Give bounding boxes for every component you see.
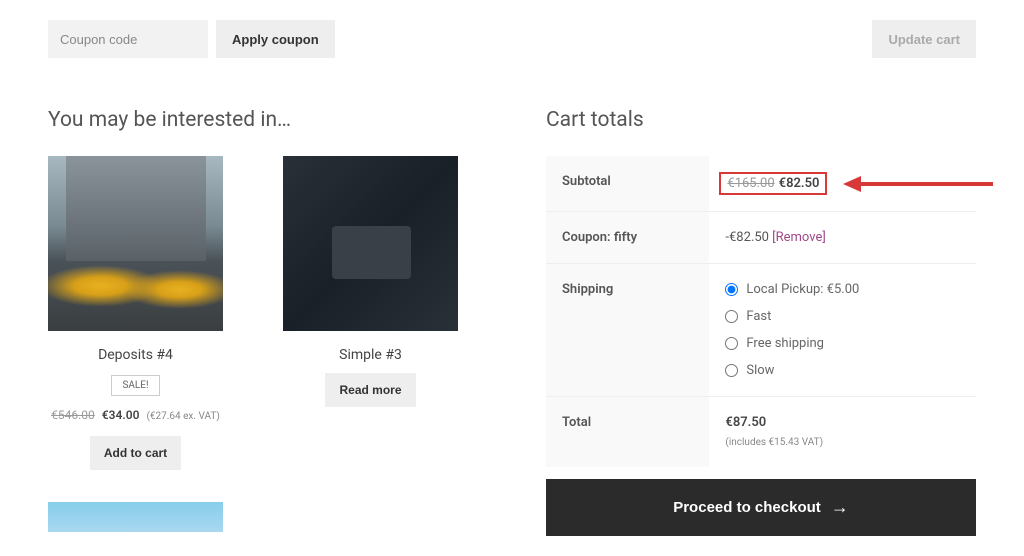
table-row: Total €87.50 (includes €15.43 VAT) [546, 397, 976, 468]
shipping-radio[interactable] [725, 283, 738, 296]
shipping-options: Local Pickup: €5.00 Fast Free shipping S… [725, 282, 960, 378]
add-to-cart-button[interactable]: Add to cart [90, 436, 181, 470]
proceed-to-checkout-button[interactable]: Proceed to checkout → [546, 479, 976, 536]
total-vat-note: (includes €15.43 VAT) [725, 437, 823, 448]
product-title[interactable]: Simple #3 [283, 347, 458, 363]
coupon-discount-value: -€82.50 [725, 230, 772, 245]
table-row: Coupon: fifty -€82.50 [Remove] [546, 212, 976, 264]
cart-totals-table: Subtotal €165.00 €82.50 Coupon: fifty -€8… [546, 156, 976, 467]
shipping-label: Shipping [546, 264, 709, 397]
shipping-option[interactable]: Fast [725, 309, 960, 324]
shipping-radio[interactable] [725, 337, 738, 350]
total-amount: €87.50 [725, 415, 960, 430]
shipping-option[interactable]: Slow [725, 363, 960, 378]
product-card: Deposits #4 SALE! €546.00 €34.00 (€27.64… [48, 156, 223, 470]
product-card: Simple #3 Read more [283, 156, 458, 470]
subtotal-label: Subtotal [546, 156, 709, 212]
subtotal-new: €82.50 [779, 176, 820, 191]
update-cart-button[interactable]: Update cart [872, 20, 976, 58]
read-more-button[interactable]: Read more [325, 373, 415, 407]
price-old: €546.00 [51, 408, 95, 422]
coupon-row: Apply coupon Update cart [48, 20, 976, 58]
upsell-title: You may be interested in… [48, 108, 506, 132]
coupon-label: Coupon: fifty [546, 212, 709, 264]
cart-totals-title: Cart totals [546, 108, 976, 132]
checkout-button-label: Proceed to checkout [673, 499, 821, 516]
subtotal-old: €165.00 [727, 176, 774, 191]
coupon-code-input[interactable] [48, 20, 208, 58]
remove-coupon-link[interactable]: [Remove] [772, 230, 826, 245]
product-image[interactable] [48, 502, 223, 532]
annotation-arrow-icon [843, 172, 993, 196]
total-label: Total [546, 397, 709, 468]
shipping-radio[interactable] [725, 310, 738, 323]
price-new: €34.00 [102, 408, 140, 422]
shipping-option-label: Slow [746, 363, 774, 378]
sale-badge: SALE! [111, 375, 159, 396]
product-image[interactable] [48, 156, 223, 331]
shipping-option-label: Fast [746, 309, 771, 324]
shipping-option[interactable]: Free shipping [725, 336, 960, 351]
product-title[interactable]: Deposits #4 [48, 347, 223, 363]
product-prices: €546.00 €34.00 (€27.64 ex. VAT) [48, 408, 223, 422]
subtotal-highlight-box: €165.00 €82.50 [719, 172, 827, 195]
arrow-right-icon: → [831, 497, 849, 518]
product-image[interactable] [283, 156, 458, 331]
shipping-option-label: Local Pickup: €5.00 [746, 282, 859, 297]
price-vat-note: (€27.64 ex. VAT) [146, 411, 219, 422]
apply-coupon-button[interactable]: Apply coupon [216, 20, 335, 58]
shipping-radio[interactable] [725, 364, 738, 377]
table-row: Subtotal €165.00 €82.50 [546, 156, 976, 212]
shipping-option-label: Free shipping [746, 336, 824, 351]
shipping-option[interactable]: Local Pickup: €5.00 [725, 282, 960, 297]
table-row: Shipping Local Pickup: €5.00 Fast Free s… [546, 264, 976, 397]
